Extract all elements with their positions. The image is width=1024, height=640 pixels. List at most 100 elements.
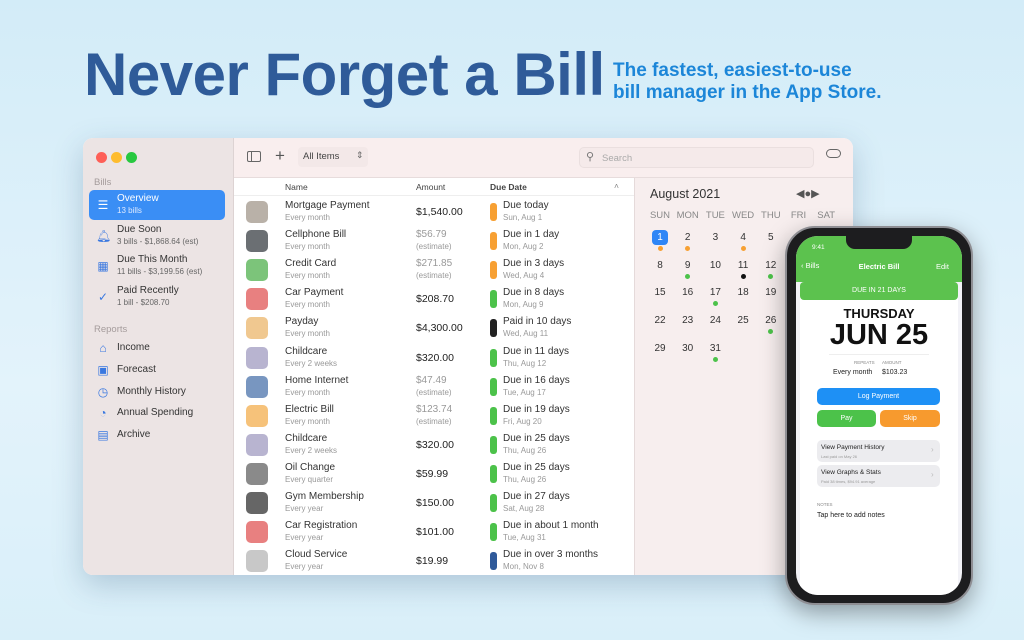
table-row[interactable]: Electric Bill Every month $123.74 (estimate…: [234, 401, 634, 430]
column-name[interactable]: Name: [285, 182, 308, 192]
sidebar-item-overview[interactable]: ☰ Overview 13 bills: [89, 190, 225, 220]
zoom-button[interactable]: [126, 152, 137, 163]
calendar-day[interactable]: 11: [731, 260, 755, 271]
calendar-day[interactable]: 18: [731, 287, 755, 298]
table-row[interactable]: Childcare Every 2 weeks $320.00 Due in 25 d…: [234, 430, 634, 459]
table-row[interactable]: Cloud Service Every year $19.99 Due in over…: [234, 546, 634, 575]
cloud-icon: [246, 550, 268, 573]
calendar-day[interactable]: 17: [703, 287, 727, 298]
bill-amount: $4,300.00: [416, 322, 463, 335]
sidebar-item-due-soon[interactable]: 🔔︎ Due Soon 3 bills - $1,868.64 (est): [89, 221, 225, 251]
calendar-day[interactable]: 3: [703, 232, 727, 243]
calendar-day[interactable]: 4: [731, 232, 755, 243]
table-row[interactable]: Credit Card Every month $271.85 (estimate) D…: [234, 255, 634, 284]
bill-amount: $320.00: [416, 351, 454, 364]
bill-name: Credit Card: [285, 258, 337, 270]
calendar-day[interactable]: 10: [703, 260, 727, 271]
calendar-day[interactable]: 19: [759, 287, 783, 298]
due-date: Thu, Aug 26: [503, 445, 547, 455]
next-month-icon[interactable]: ▶: [811, 188, 819, 200]
sidebar-item-label: Monthly History: [117, 385, 186, 397]
table-row[interactable]: Gym Membership Every year $150.00 Due in 27…: [234, 488, 634, 517]
due-date: Mon, Nov 8: [503, 562, 544, 572]
graphs-sub: Paid 38 times, $94.91 average: [821, 479, 876, 484]
notes-field[interactable]: Tap here to add notes: [817, 512, 885, 519]
minimize-button[interactable]: [111, 152, 122, 163]
calendar-day[interactable]: 16: [676, 287, 700, 298]
edit-button[interactable]: Edit: [936, 262, 949, 271]
calendar-day[interactable]: 22: [648, 315, 672, 326]
calendar-day[interactable]: 5: [759, 232, 783, 243]
sidebar-item-income[interactable]: ⌂ Income: [89, 338, 225, 358]
status-indicator: [490, 377, 497, 396]
pay-button[interactable]: Pay: [817, 410, 876, 427]
bill-frequency: Every year: [285, 533, 324, 543]
table-row[interactable]: Childcare Every 2 weeks $320.00 Due in 11 d…: [234, 343, 634, 372]
filter-select[interactable]: All Items ⇕: [298, 147, 368, 167]
calendar-day[interactable]: 1: [652, 230, 668, 245]
house-icon: [246, 201, 268, 223]
due-status: Due in 19 days: [503, 403, 570, 415]
column-due-date[interactable]: Due Date: [490, 182, 527, 192]
due-status: Due in 16 days: [503, 374, 570, 386]
add-bill-button[interactable]: +: [275, 146, 285, 166]
close-button[interactable]: [96, 152, 107, 163]
calendar-day[interactable]: 2: [676, 232, 700, 243]
search-placeholder: Search: [602, 153, 633, 164]
due-status: Due in about 1 month: [503, 520, 599, 532]
bill-frequency: Every month: [285, 300, 330, 310]
sidebar-item-paid-recently[interactable]: ✓ Paid Recently 1 bill - $208.70: [89, 282, 225, 312]
table-row[interactable]: Cellphone Bill Every month $56.79 (estimate…: [234, 226, 634, 255]
graphs-stats-row[interactable]: View Graphs & Stats Paid 38 times, $94.91…: [817, 465, 940, 487]
bank-icon: ⌂: [99, 341, 107, 355]
log-payment-button[interactable]: Log Payment: [817, 388, 940, 405]
sort-ascending-icon: ˄: [614, 181, 619, 191]
calendar-day[interactable]: 30: [676, 343, 700, 354]
cloud-sync-icon[interactable]: [826, 149, 841, 158]
table-row[interactable]: Car Registration Every year $101.00 Due in …: [234, 517, 634, 546]
table-row[interactable]: Home Internet Every month $47.49 (estimate)…: [234, 372, 634, 401]
bill-frequency: Every month: [285, 213, 330, 222]
table-row[interactable]: Oil Change Every quarter $59.99 Due in 25 d…: [234, 459, 634, 488]
calendar-day[interactable]: 9: [676, 260, 700, 271]
calendar-day[interactable]: 24: [703, 315, 727, 326]
table-row[interactable]: Mortgage Payment Every month $1,540.00 Due …: [234, 197, 634, 226]
calendar-day[interactable]: 12: [759, 260, 783, 271]
bill-name: Car Payment: [285, 287, 344, 299]
bill-frequency: Every month: [285, 387, 330, 397]
calendar-day[interactable]: 15: [648, 287, 672, 298]
calendar-bill-dot: [685, 273, 691, 279]
status-indicator: [490, 494, 497, 512]
calendar-day[interactable]: 26: [759, 315, 783, 326]
search-input[interactable]: ⚲ Search: [579, 147, 814, 168]
calendar-bill-dot: [768, 329, 774, 335]
status-indicator: [490, 290, 497, 309]
table-row[interactable]: Car Payment Every month $208.70 Due in 8 da…: [234, 284, 634, 313]
calendar-day[interactable]: 25: [731, 315, 755, 326]
calendar-bill-dot: [740, 273, 746, 279]
table-row[interactable]: Payday Every month $4,300.00 Paid in 10 day…: [234, 313, 634, 342]
sidebar-item-archive[interactable]: ▤ Archive: [89, 425, 225, 445]
column-amount[interactable]: Amount: [416, 182, 445, 192]
calendar-day[interactable]: 8: [648, 260, 672, 271]
sidebar-item-monthly-history[interactable]: ◷ Monthly History: [89, 382, 225, 402]
status-indicator: [490, 232, 497, 251]
bill-amount: $123.74: [416, 403, 453, 415]
calendar-day[interactable]: 29: [648, 343, 672, 354]
sidebar-item-annual-spending[interactable]: ◔ Annual Spending: [89, 403, 225, 423]
due-date: Mon, Aug 9: [503, 300, 544, 310]
calendar-day[interactable]: 31: [703, 343, 727, 354]
skip-button[interactable]: Skip: [880, 410, 940, 427]
bills-table: Name Amount Due Date ˄ Mortgage Payment E…: [234, 178, 634, 575]
sidebar-toggle-icon[interactable]: [247, 151, 261, 162]
app-window: Bills ☰ Overview 13 bills 🔔︎ Due Soon 3 bills…: [83, 138, 853, 575]
due-date: Tue, Aug 31: [503, 533, 546, 543]
filter-value: All Items: [303, 151, 340, 162]
sidebar-item-due-this-month[interactable]: ▦ Due This Month 11 bills - $3,199.56 (est…: [89, 251, 225, 281]
payment-history-row[interactable]: View Payment History Last paid on May 26 ›: [817, 440, 940, 462]
calendar-day[interactable]: 23: [676, 315, 700, 326]
weekday-header: TUE: [705, 210, 725, 221]
status-indicator: [490, 435, 497, 454]
due-date: JUN 25: [829, 319, 929, 351]
sidebar-item-forecast[interactable]: ▣ Forecast: [89, 360, 225, 380]
